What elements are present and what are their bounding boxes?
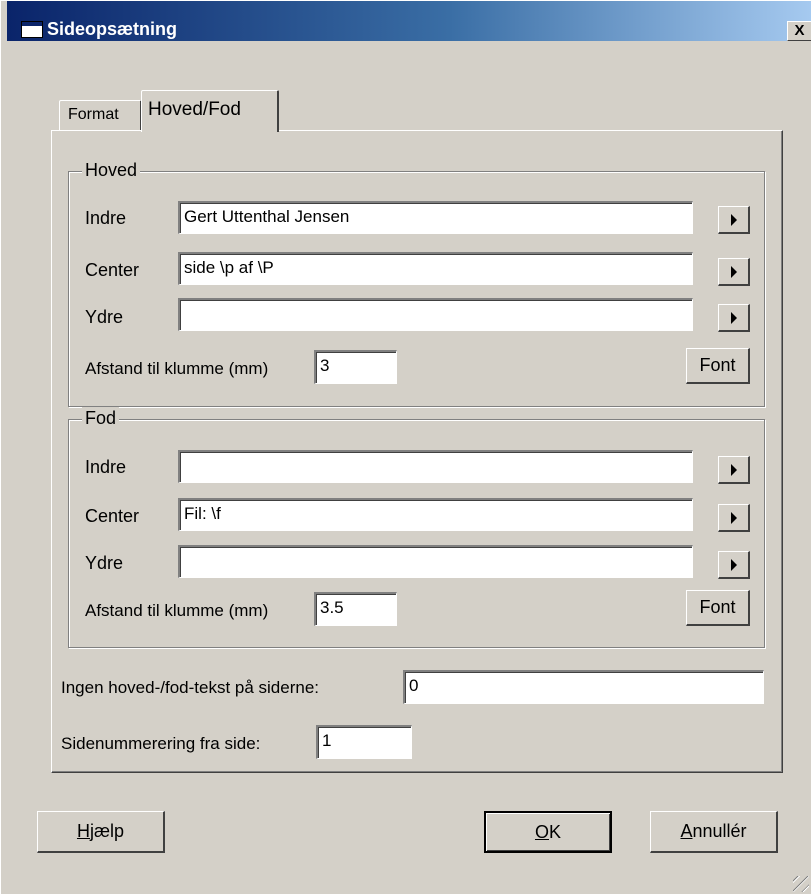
close-icon: X — [794, 22, 805, 39]
header-font-button[interactable]: Font — [686, 348, 750, 384]
footer-inner-insert-button[interactable] — [718, 456, 750, 484]
header-outer-label: Ydre — [85, 307, 124, 327]
header-group-legend: Hoved — [82, 159, 141, 181]
header-inner-input[interactable]: Gert Uttenthal Jensen — [178, 201, 693, 234]
footer-center-label: Center — [85, 506, 140, 526]
footer-font-button[interactable]: Font — [686, 590, 750, 626]
window-title: Sideopsætning — [47, 19, 177, 39]
tab-panel-header-footer: Hoved Indre Gert Uttenthal Jensen Center… — [51, 130, 783, 773]
header-outer-input[interactable] — [178, 298, 693, 331]
arrow-right-icon — [731, 559, 737, 571]
arrow-right-icon — [731, 214, 737, 226]
arrow-right-icon — [731, 312, 737, 324]
tab-header-footer[interactable]: Hoved/Fod — [141, 90, 279, 132]
help-button[interactable]: Hjælp — [37, 811, 165, 853]
footer-distance-input[interactable]: 3.5 — [314, 592, 397, 626]
footer-group-legend: Fod — [82, 407, 120, 429]
footer-outer-label: Ydre — [85, 553, 124, 573]
header-center-input[interactable]: side \p af \P — [178, 252, 693, 285]
arrow-right-icon — [731, 464, 737, 476]
header-group: Hoved Indre Gert Uttenthal Jensen Center… — [68, 159, 765, 407]
window-icon — [21, 21, 43, 38]
header-distance-input[interactable]: 3 — [314, 350, 397, 384]
resize-grip-icon[interactable] — [793, 876, 809, 892]
footer-outer-input[interactable] — [178, 545, 693, 578]
page-numbering-input[interactable]: 1 — [316, 725, 412, 759]
header-center-label: Center — [85, 260, 140, 280]
ok-label: K — [549, 822, 562, 842]
header-center-insert-button[interactable] — [718, 258, 750, 286]
header-outer-insert-button[interactable] — [718, 304, 750, 332]
cancel-mnemonic: A — [680, 821, 693, 841]
footer-outer-insert-button[interactable] — [718, 551, 750, 579]
ok-mnemonic: O — [534, 822, 549, 842]
footer-center-insert-button[interactable] — [718, 504, 750, 532]
header-distance-label: Afstand til klumme (mm) — [85, 359, 269, 378]
footer-center-input[interactable]: Fil: \f — [178, 498, 693, 531]
footer-distance-label: Afstand til klumme (mm) — [85, 601, 269, 620]
help-mnemonic: H — [76, 821, 90, 841]
title-bar[interactable]: Sideopsætning — [7, 1, 811, 41]
help-label: jælp — [89, 821, 124, 841]
header-inner-insert-button[interactable] — [718, 206, 750, 234]
page-numbering-label: Sidenummerering fra side: — [61, 734, 261, 753]
tab-format[interactable]: Format — [59, 100, 142, 130]
footer-group: Fod Indre Center Fil: \f Ydre Afstand ti… — [68, 407, 765, 648]
ok-button[interactable]: OK — [484, 811, 612, 853]
cancel-label: nnullér — [692, 821, 747, 841]
no-header-pages-label: Ingen hoved-/fod-tekst på siderne: — [61, 678, 319, 697]
arrow-right-icon — [731, 266, 737, 278]
arrow-right-icon — [731, 512, 737, 524]
no-header-pages-input[interactable]: 0 — [403, 670, 764, 704]
close-button[interactable]: X — [787, 21, 811, 41]
page-setup-dialog: Sideopsætning X Format Hoved/Fod Hoved I… — [0, 0, 811, 894]
cancel-button[interactable]: Annullér — [650, 811, 778, 853]
footer-inner-label: Indre — [85, 457, 127, 477]
footer-inner-input[interactable] — [178, 450, 693, 483]
header-inner-label: Indre — [85, 208, 127, 228]
